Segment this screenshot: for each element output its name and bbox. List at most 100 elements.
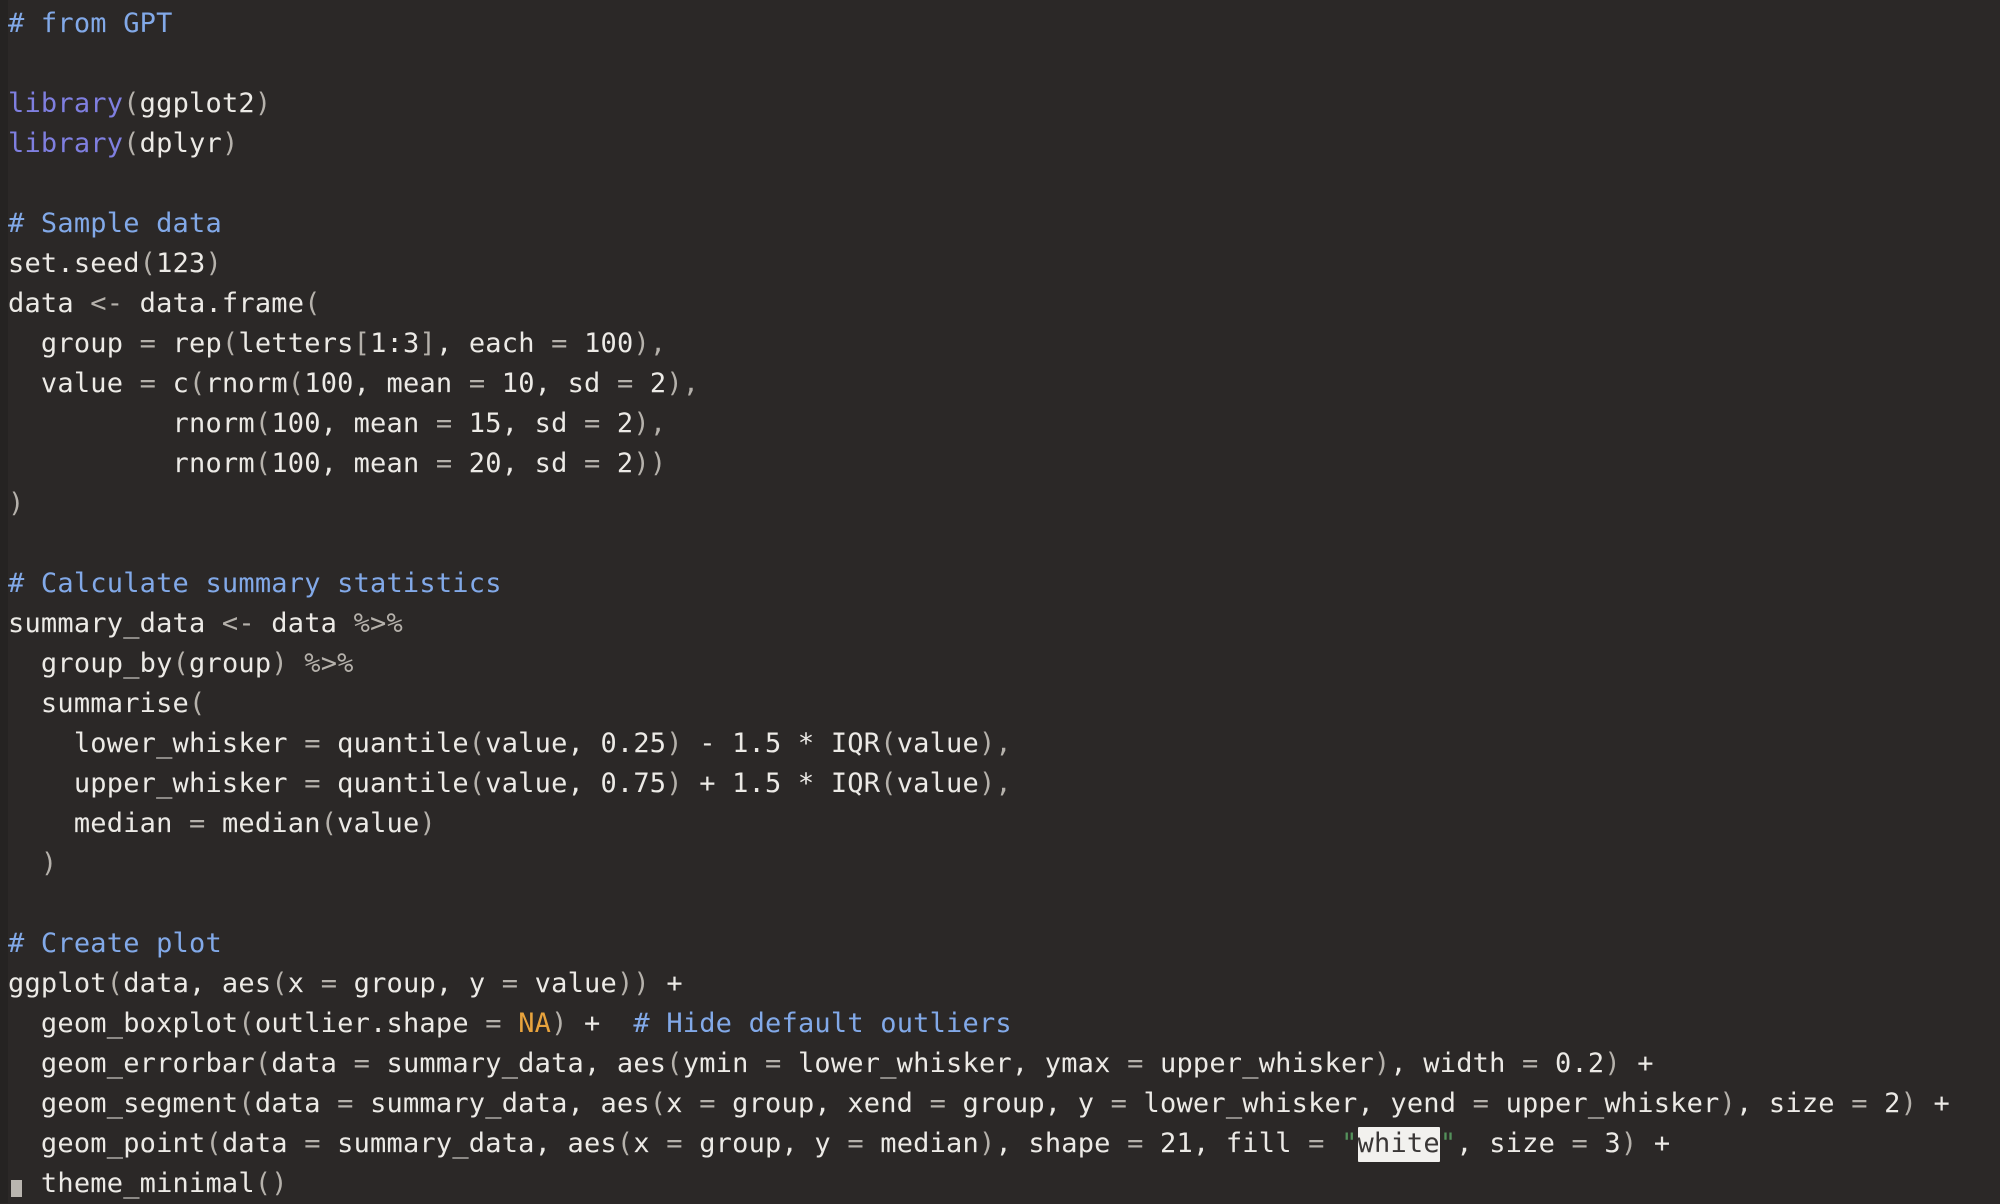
code-token-string: " (1439, 1128, 1457, 1159)
code-token-punct: ( (649, 1088, 667, 1119)
code-editor[interactable]: # from GPT library(ggplot2) library(dplyr… (0, 0, 2000, 1203)
code-line[interactable]: library(dplyr) (8, 124, 2000, 164)
code-token-plain: 2 (1867, 1088, 1901, 1119)
code-token-punct: ( (666, 1048, 683, 1079)
code-token-punct: ) (666, 768, 683, 799)
code-token-plain: , width (1390, 1048, 1523, 1079)
code-line[interactable]: # from GPT (8, 4, 2000, 44)
code-token-plain: 15, sd (452, 408, 584, 439)
code-line[interactable]: group = rep(letters[1:3], each = 100), (8, 324, 2000, 364)
code-token-plain: set.seed (8, 248, 140, 279)
code-token-punct: ( (468, 768, 486, 799)
code-token-punct: ( (880, 768, 897, 799)
code-line[interactable]: theme_minimal() (8, 1164, 2000, 1204)
code-token-plain: 123 (156, 248, 206, 279)
code-token-punct: ( (254, 408, 272, 439)
code-line[interactable]: ) (8, 844, 2000, 884)
code-token-selected: white (1357, 1127, 1440, 1162)
code-token-punct: = (1522, 1048, 1539, 1079)
code-token-plain: ggplot2 (139, 88, 255, 119)
code-token-keyword: library (8, 128, 124, 159)
code-token-plain: lower_whisker (8, 728, 305, 759)
code-token-plain: data, aes (123, 968, 272, 999)
code-token-punct: = (501, 968, 519, 999)
code-token-plain: IQR (830, 728, 881, 759)
code-line[interactable]: geom_boxplot(outlier.shape = NA) + # Hid… (8, 1004, 2000, 1044)
code-line[interactable]: value = c(rnorm(100, mean = 10, sd = 2), (8, 364, 2000, 404)
code-token-plain: + (567, 1008, 617, 1039)
code-line[interactable]: # Create plot (8, 924, 2000, 964)
code-token-punct: ) (666, 728, 683, 759)
code-line[interactable]: library(ggplot2) (8, 84, 2000, 124)
code-token-plain: 3 (1587, 1128, 1621, 1159)
code-token-punct: ( (189, 688, 206, 719)
code-token-plain: 10, sd (485, 368, 617, 399)
code-token-punct: ( (172, 648, 190, 679)
code-line[interactable]: geom_errorbar(data = summary_data, aes(y… (8, 1044, 2000, 1084)
code-token-punct: ) (1373, 1048, 1391, 1079)
code-line[interactable]: geom_point(data = summary_data, aes(x = … (8, 1124, 2000, 1164)
code-line[interactable]: set.seed(123) (8, 244, 2000, 284)
code-token-punct: = (320, 968, 338, 999)
code-token-punct: = (1110, 1088, 1128, 1119)
code-line[interactable]: geom_segment(data = summary_data, aes(x … (8, 1084, 2000, 1124)
code-line[interactable]: data <- data.frame( (8, 284, 2000, 324)
code-line[interactable]: summary_data <- data %>% (8, 604, 2000, 644)
editor-gutter (0, 0, 8, 1203)
code-token-plain: group (189, 648, 272, 679)
code-token-punct: ( (271, 968, 288, 999)
code-token-plain: summary_data (8, 608, 222, 639)
code-token-plain: 2 (633, 368, 667, 399)
code-line[interactable]: summarise( (8, 684, 2000, 724)
code-token-plain: c (156, 368, 190, 399)
code-line[interactable]: rnorm(100, mean = 20, sd = 2)) (8, 444, 2000, 484)
code-line[interactable] (8, 164, 2000, 204)
code-token-punct: ( (238, 1008, 255, 1039)
code-token-plain: quantile (320, 768, 469, 799)
code-line[interactable]: # Sample data (8, 204, 2000, 244)
code-token-comment: # from GPT (8, 8, 173, 39)
code-token-comment: # Sample data (8, 208, 222, 239)
code-line[interactable]: median = median(value) (8, 804, 2000, 844)
code-token-plain: 0.2 (1538, 1048, 1605, 1079)
code-token-punct: [ (353, 328, 371, 359)
code-token-punct: ( (880, 728, 897, 759)
code-text-area[interactable]: # from GPT library(ggplot2) library(dplyr… (8, 0, 2000, 1203)
code-token-comment: # Calculate summary statistics (8, 568, 502, 599)
code-token-plain: upper_whisker (1143, 1048, 1374, 1079)
code-line[interactable]: group_by(group) %>% (8, 644, 2000, 684)
code-token-plain: summary_data, aes (320, 1128, 617, 1159)
code-token-punct: ) (1719, 1088, 1736, 1119)
code-token-punct: ] (419, 328, 436, 359)
code-line[interactable] (8, 884, 2000, 924)
code-token-punct: = (616, 368, 634, 399)
code-token-plain: data (221, 1128, 305, 1159)
code-line[interactable] (8, 524, 2000, 564)
code-line[interactable]: rnorm(100, mean = 15, sd = 2), (8, 404, 2000, 444)
code-token-plain: 100, mean (271, 448, 436, 479)
code-token-plain: quantile (320, 728, 469, 759)
code-token-punct: = (304, 1128, 321, 1159)
code-token-punct: ) (221, 128, 239, 159)
code-token-punct: = (666, 1128, 683, 1159)
code-line[interactable] (8, 44, 2000, 84)
code-token-punct: ( (139, 248, 157, 279)
code-token-punct: = (435, 448, 453, 479)
code-line[interactable]: ) (8, 484, 2000, 524)
code-line[interactable]: lower_whisker = quantile(value, 0.25) - … (8, 724, 2000, 764)
code-line[interactable]: # Calculate summary statistics (8, 564, 2000, 604)
code-token-punct: ( (238, 1088, 255, 1119)
code-token-plain: group, y (682, 1128, 848, 1159)
code-token-plain: IQR (830, 768, 881, 799)
code-token-punct: = (584, 408, 601, 439)
code-token-punct: ( (106, 968, 124, 999)
code-line[interactable]: ggplot(data, aes(x = group, y = value)) … (8, 964, 2000, 1004)
code-token-punct: = (699, 1088, 716, 1119)
code-line[interactable]: upper_whisker = quantile(value, 0.75) + … (8, 764, 2000, 804)
code-token-comment: # Create plot (8, 928, 222, 959)
code-token-punct: = (189, 808, 206, 839)
code-token-plain: x (287, 968, 321, 999)
code-token-plain: rnorm (8, 448, 255, 479)
